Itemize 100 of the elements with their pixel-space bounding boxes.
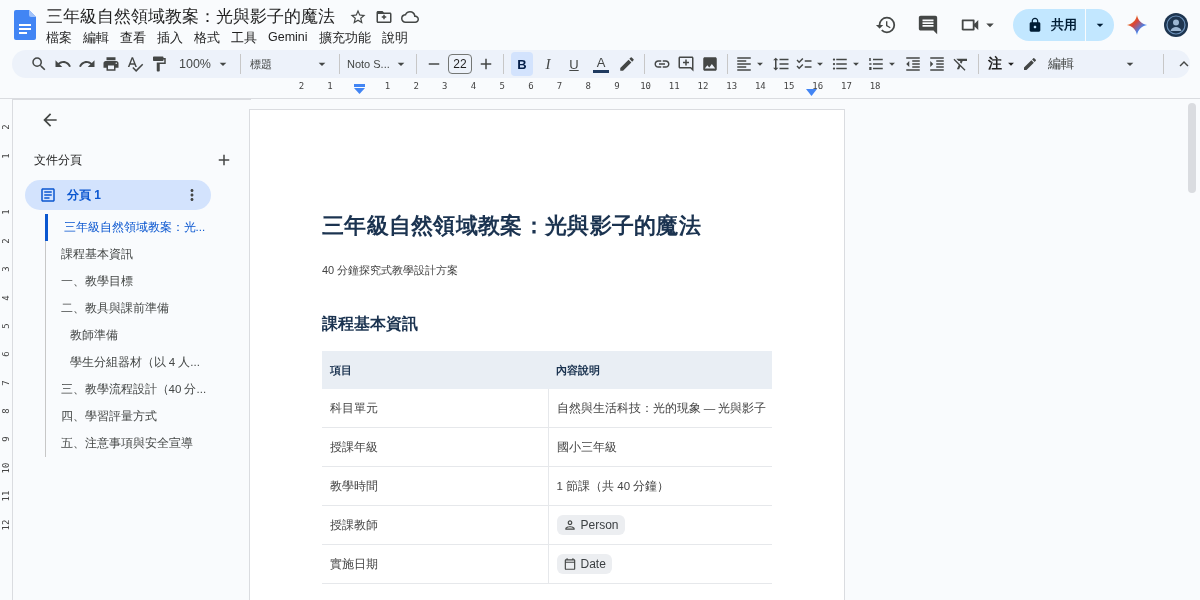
ruler-number: 5 <box>499 80 505 93</box>
table-cell: 1 節課（共 40 分鐘） <box>548 466 772 506</box>
menu-item[interactable]: 插入 <box>157 30 183 47</box>
outline-item[interactable]: 教師準備 <box>69 328 118 343</box>
ruler-number: 5 <box>0 323 12 329</box>
ruler-number: 1 <box>0 209 12 216</box>
menu-item[interactable]: 擴充功能 <box>318 30 371 47</box>
history-icon[interactable] <box>875 14 897 36</box>
outline-item[interactable]: 學生分組器材（以 4 人... <box>69 355 200 370</box>
input-tools-dropdown[interactable]: 注 <box>986 52 1020 76</box>
menu-item[interactable]: 編輯 <box>83 30 109 47</box>
add-comment-icon[interactable] <box>677 55 695 73</box>
ruler-number: 7 <box>556 80 563 93</box>
ruler-number: 4 <box>0 294 12 301</box>
lock-icon <box>1027 17 1043 33</box>
ruler-number: 10 <box>0 462 12 474</box>
format-button[interactable]: U <box>563 52 585 76</box>
outline-item[interactable]: 一、教學目標 <box>60 274 133 289</box>
menu-item[interactable]: 檔案 <box>46 30 72 47</box>
column-header: 項目 <box>322 351 548 389</box>
sparkle-icon[interactable] <box>1126 14 1148 36</box>
align-left-icon[interactable] <box>735 55 753 73</box>
tab-label: 分頁 1 <box>67 186 101 204</box>
font-dropdown[interactable]: Noto S... <box>347 52 409 76</box>
pencil-icon <box>1022 56 1038 72</box>
outline-item[interactable]: 課程基本資訊 <box>60 247 133 262</box>
ruler-number: 12 <box>697 80 709 93</box>
column-header: 內容說明 <box>548 351 772 389</box>
format-button[interactable]: I <box>537 52 559 76</box>
outline-item[interactable]: 三年級自然領域教案：光... <box>63 220 206 235</box>
panel-title: 文件分頁 <box>34 151 82 169</box>
ruler-number: 13 <box>726 80 738 93</box>
menu-item[interactable]: 說明 <box>381 30 408 47</box>
ruler-number: 8 <box>0 408 12 414</box>
ruler-number: 1 <box>327 80 333 93</box>
spellcheck-icon[interactable] <box>126 55 144 73</box>
outline-item[interactable]: 四、學習評量方式 <box>60 409 157 424</box>
editing-mode-dropdown[interactable]: 編輯 <box>1020 52 1140 76</box>
ruler-number: 11 <box>668 80 680 93</box>
docs-logo-icon[interactable] <box>14 10 36 40</box>
indent-marker-icon[interactable] <box>806 89 817 96</box>
person-chip[interactable]: Person <box>556 515 625 535</box>
image-icon[interactable] <box>701 55 719 73</box>
ruler-number: 14 <box>754 80 766 93</box>
menu-item[interactable]: Gemini <box>268 30 308 47</box>
document-icon <box>39 186 57 204</box>
ruler-number: 18 <box>869 80 881 93</box>
table-cell: 國小三年級 <box>548 427 772 467</box>
avatar-icon[interactable] <box>1164 13 1188 37</box>
ruler-number: 7 <box>0 380 12 386</box>
date-chip[interactable]: Date <box>556 554 612 574</box>
line-spacing-icon[interactable] <box>772 55 790 73</box>
format-button[interactable]: B <box>511 52 533 76</box>
ruler-number: 2 <box>298 80 305 93</box>
outdent-icon[interactable] <box>904 55 922 73</box>
table-cell: 授課年級 <box>322 427 548 467</box>
menu-item[interactable]: 查看 <box>120 30 146 47</box>
comment-icon[interactable] <box>917 14 939 36</box>
zoom-dropdown[interactable]: 100% <box>177 52 233 76</box>
search-icon[interactable] <box>30 55 48 73</box>
ruler-number: 2 <box>0 238 12 244</box>
style-dropdown[interactable]: 標題 <box>248 52 332 76</box>
numbered-list-icon[interactable] <box>867 55 885 73</box>
paint-roller-icon[interactable] <box>150 55 168 73</box>
table-cell: 授課教師 <box>322 505 548 545</box>
ruler-number: 9 <box>614 80 620 93</box>
font-size-field[interactable]: 22 <box>448 54 472 74</box>
table-cell: 實施日期 <box>322 544 548 584</box>
ruler-number: 4 <box>470 80 477 93</box>
text-color-button[interactable]: A <box>593 55 609 73</box>
outline-item[interactable]: 三、教學流程設計（40 分... <box>60 382 207 397</box>
ruler-number: 9 <box>0 436 12 443</box>
ruler-number: 8 <box>585 80 591 93</box>
ruler-number: 1 <box>0 152 12 159</box>
ruler-number: 2 <box>413 80 419 93</box>
subtitle: 40 分鐘探究式教學設計方案 <box>322 263 460 278</box>
scrollbar-thumb[interactable] <box>1188 103 1196 193</box>
section-heading: 課程基本資訊 <box>322 314 419 334</box>
ruler-number: 11 <box>0 490 12 502</box>
ruler-number: 16 <box>812 80 824 93</box>
document-heading: 三年級自然領域教案：光與影子的魔法 <box>322 212 703 240</box>
indent-marker-icon[interactable] <box>354 84 365 94</box>
table-cell: 科目單元 <box>322 389 548 428</box>
table-cell: 自然與生活科技：光的現象 — 光與影子 <box>548 389 772 428</box>
indent-icon[interactable] <box>928 55 946 73</box>
pen-icon[interactable] <box>618 55 636 73</box>
table-cell: 教學時間 <box>322 466 548 506</box>
calendar-icon <box>562 557 577 571</box>
ruler-number: 6 <box>528 80 534 93</box>
ruler-number: 12 <box>0 519 12 531</box>
print-icon[interactable] <box>102 55 120 73</box>
outline-item[interactable]: 二、教具與課前準備 <box>60 301 169 316</box>
menu-item[interactable]: 工具 <box>231 30 257 47</box>
outline-item[interactable]: 五、注意事項與安全宣導 <box>60 436 193 451</box>
document-title[interactable]: 三年級自然領域教案：光與影子的魔法 <box>46 5 335 28</box>
ruler-number: 1 <box>384 80 391 93</box>
ruler-number: 17 <box>841 80 852 93</box>
menu-item[interactable]: 格式 <box>194 30 220 47</box>
ruler-number: 15 <box>783 80 795 93</box>
document-tab[interactable]: 分頁 1 <box>25 180 211 210</box>
